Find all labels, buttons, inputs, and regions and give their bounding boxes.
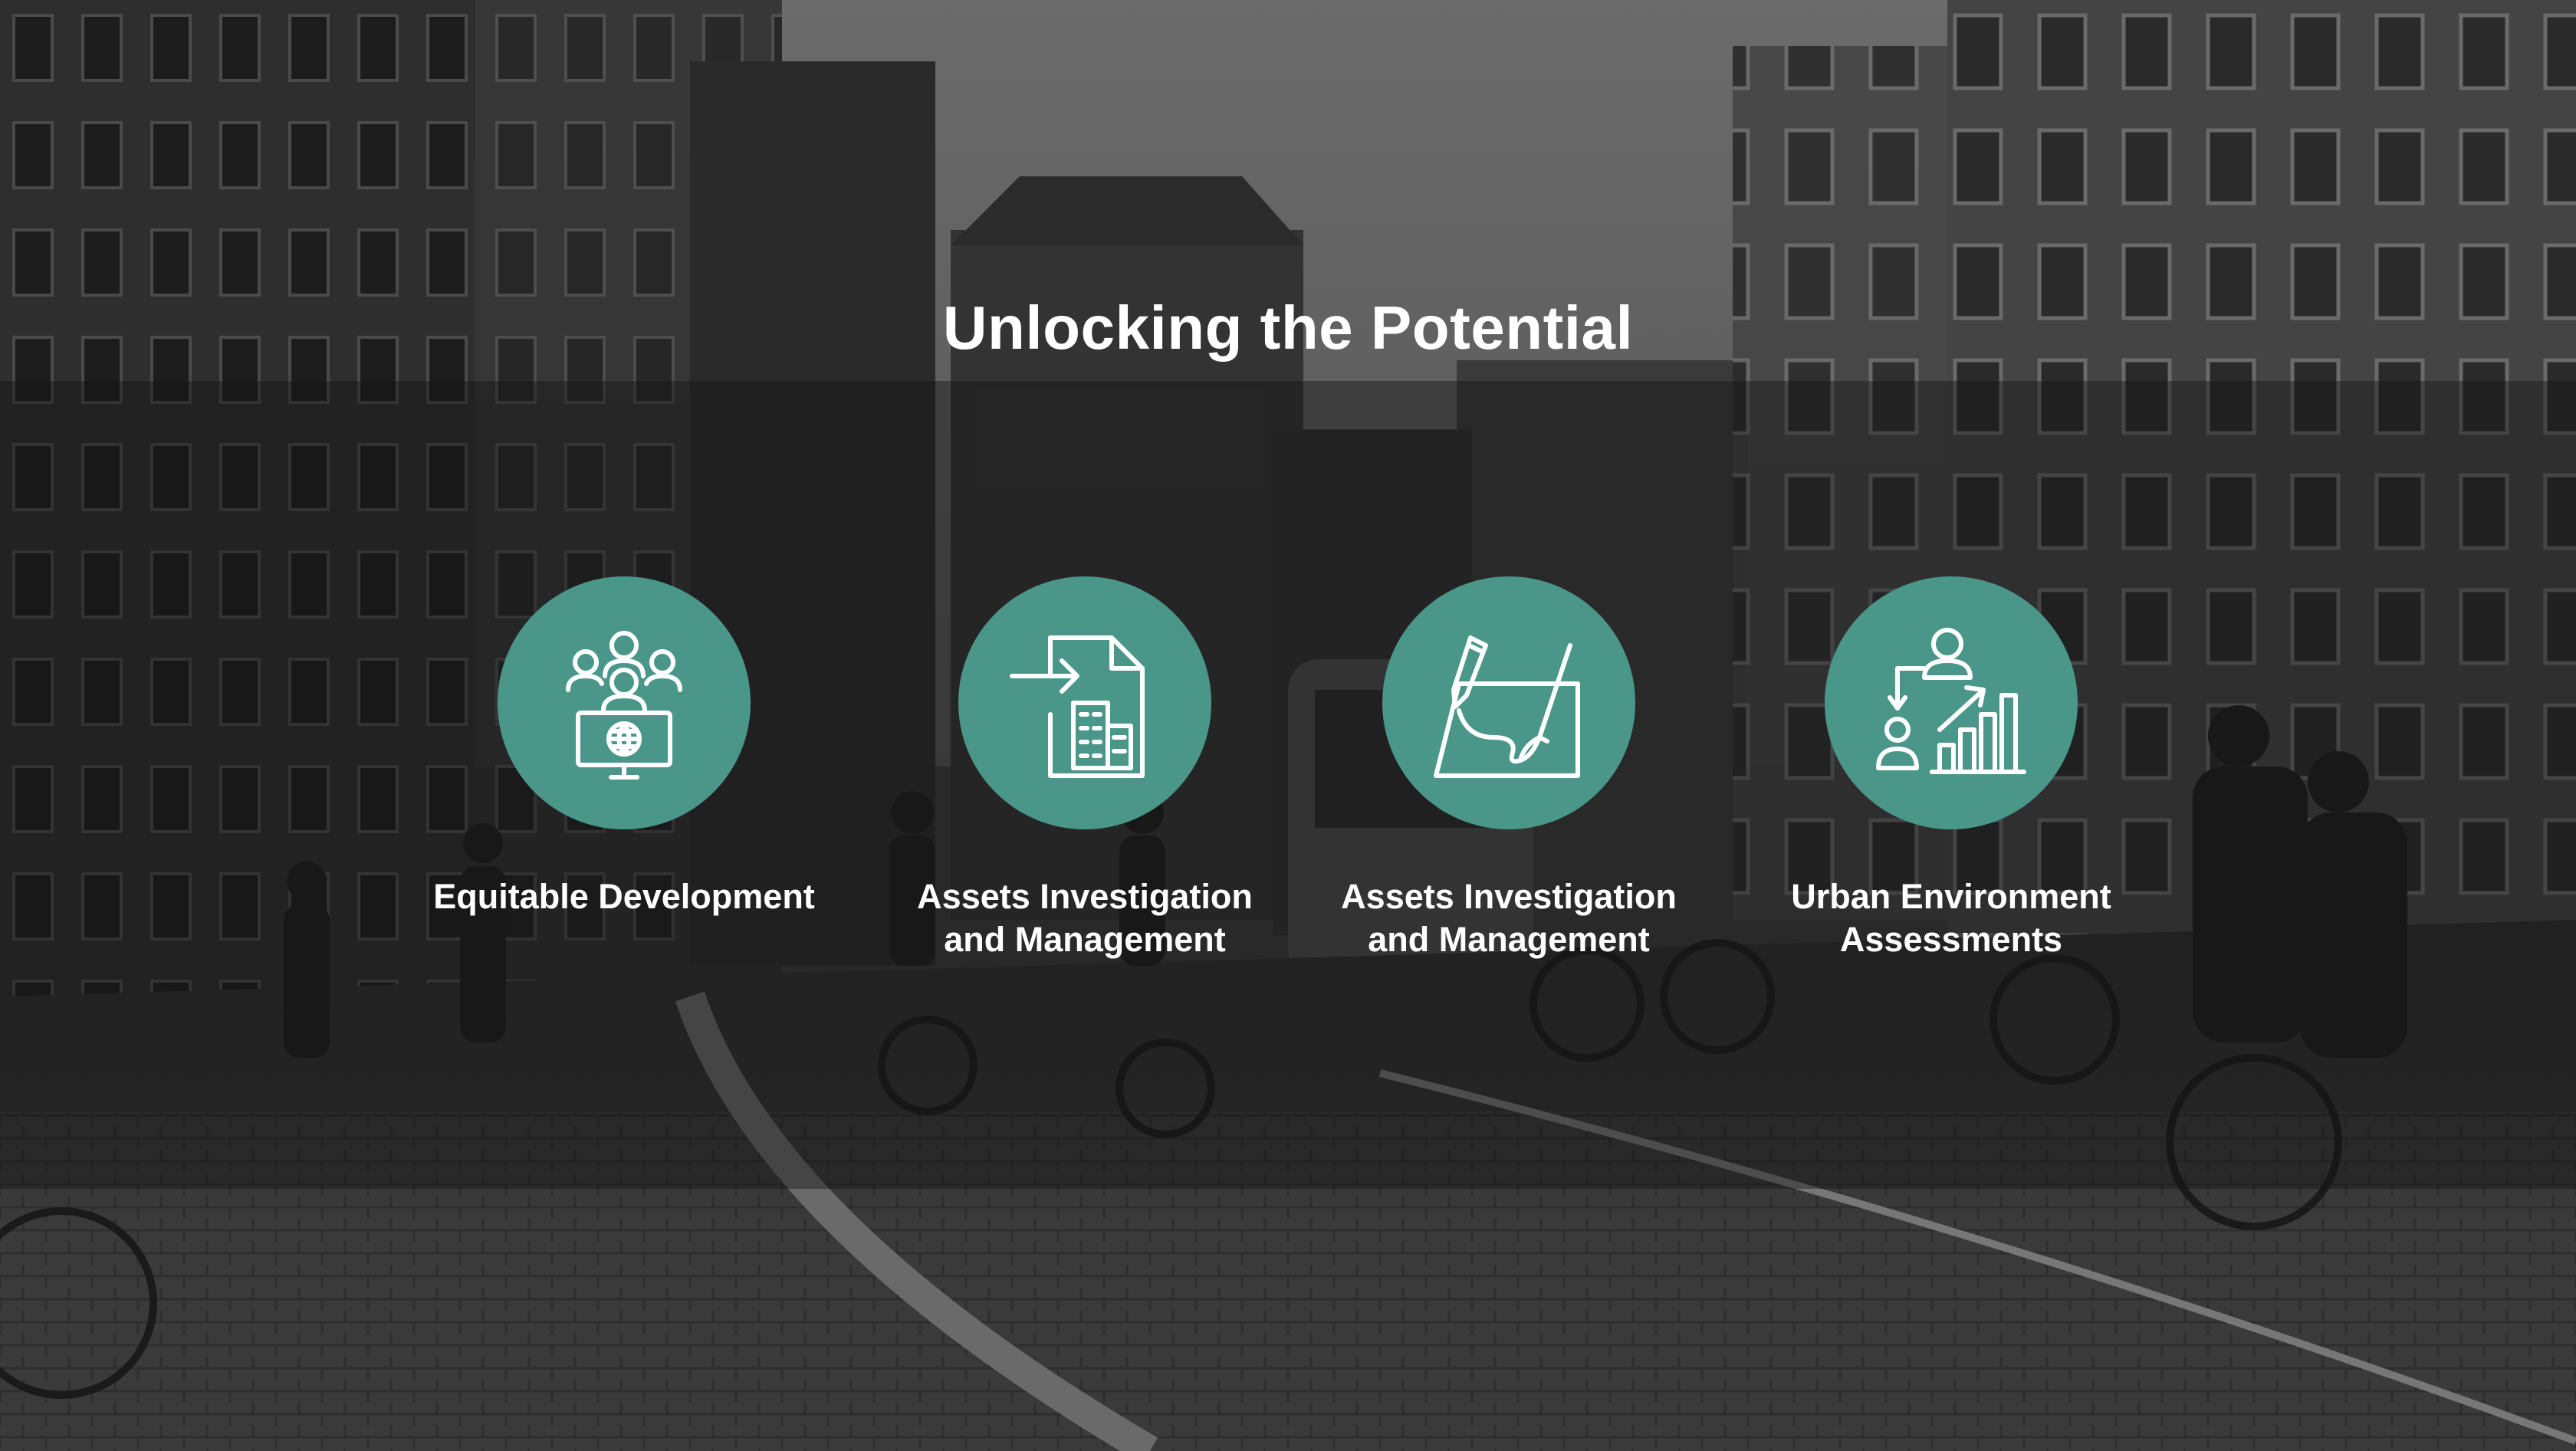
slide-title: Unlocking the Potential [942, 294, 1634, 362]
icon-circle [958, 576, 1211, 829]
drawing-board-icon [1434, 635, 1580, 778]
feature-label: Equitable Development [433, 877, 815, 916]
feature-card-assets-investigation-1: Assets Investigation and Management [886, 576, 1284, 961]
feature-card-urban-environment: Urban Environment Assessments [1752, 576, 2150, 961]
icon-circle [1825, 576, 2078, 829]
feature-label: Urban Environment Assessments [1791, 877, 2111, 959]
icon-circle [1382, 576, 1635, 829]
feature-label: Assets Investigation and Management [1341, 877, 1677, 959]
community-globe-icon [566, 631, 682, 780]
document-building-icon [1010, 635, 1145, 778]
feature-label: Assets Investigation and Management [917, 877, 1253, 959]
icon-circle [498, 576, 751, 829]
content-band [0, 381, 2576, 1189]
people-growth-chart-icon [1876, 628, 2026, 774]
feature-card-assets-investigation-2: Assets Investigation and Management [1309, 576, 1708, 961]
feature-card-equitable-development: Equitable Development [425, 576, 823, 918]
